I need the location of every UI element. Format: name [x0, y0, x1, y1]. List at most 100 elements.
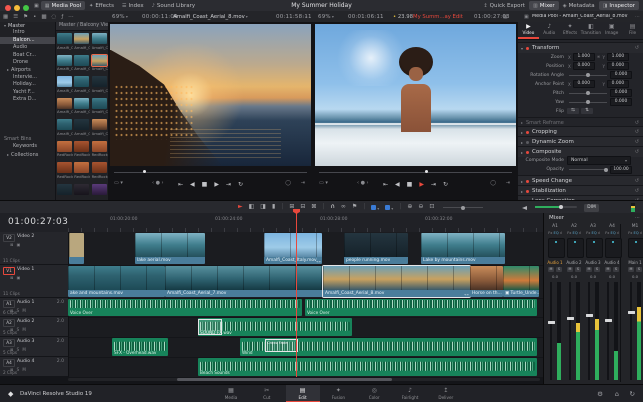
go-first-button[interactable]: ⇤ [383, 180, 388, 190]
clip-thumbnail[interactable] [57, 55, 72, 66]
fader-handle[interactable] [605, 319, 612, 322]
clip-thumbnail[interactable] [74, 98, 89, 109]
track-lane-a4[interactable]: Beach Sounds [68, 357, 543, 378]
clip-thumbnail[interactable] [57, 33, 72, 44]
clip-thumbnail[interactable] [74, 141, 89, 152]
goto-out-icon[interactable]: ⇥ [506, 180, 510, 186]
inspector-button[interactable]: ◨Inspector [599, 1, 639, 10]
mute-button[interactable]: M [567, 267, 573, 272]
audio-clip[interactable]: SFX - Overhead.wav [112, 338, 168, 356]
video-clip[interactable]: lake aerial.mov [135, 233, 205, 264]
inspector-tab-transition[interactable]: ◧Transition [580, 22, 601, 39]
inspector-options-icon[interactable]: ⋯ [635, 14, 640, 20]
dim-button[interactable]: DIM [584, 204, 599, 212]
position-y-value[interactable]: 0.000 [607, 62, 629, 70]
list-view-icon[interactable]: ☰ [13, 14, 18, 20]
viewer-mode-dropdown[interactable]: ▭ ▾ [319, 180, 328, 186]
sound-library-button[interactable]: ♪Sound Library [148, 1, 200, 10]
timeline-zoom-level[interactable]: 69%▾ [318, 14, 334, 20]
track-lane-v1[interactable]: ake and mountains.movAmalfi_Coast_Aerial… [68, 265, 543, 299]
quick-export-button[interactable]: ↥Quick Export [479, 1, 529, 10]
stop-button[interactable]: ■ [407, 180, 413, 190]
usage-flag-icon[interactable]: ⚑ [23, 14, 28, 20]
bin-item-master[interactable]: ▾Master [0, 22, 55, 29]
video-clip[interactable]: people running.mov [344, 233, 408, 264]
opacity-knob[interactable] [604, 168, 608, 172]
clip-thumbnail[interactable] [92, 162, 107, 173]
clip-thumbnail[interactable] [57, 141, 72, 152]
go-last-button[interactable]: ⇥ [431, 180, 436, 190]
reset-icon[interactable]: ↺ [635, 188, 639, 194]
position-x-value[interactable]: 0.000 [573, 62, 595, 70]
video-clip[interactable] [69, 233, 84, 264]
transform-enable-toggle[interactable] [526, 47, 529, 50]
match-frame-icon[interactable]: ◯ [490, 180, 496, 186]
page-tab-cut[interactable]: ✂Cut [250, 385, 284, 402]
fader-handle[interactable] [586, 314, 593, 317]
timeline-zoom-slider[interactable] [443, 207, 483, 208]
mixer-strip-a1[interactable]: A1Fx EQ ılAudio 1MS0.0 [546, 224, 564, 384]
section-enable-toggle[interactable] [526, 190, 529, 193]
inspector-tab-file[interactable]: ▤File [622, 22, 643, 39]
inspector-tab-effects[interactable]: ✦Effects [560, 22, 581, 39]
settings-icon[interactable]: ⚙ [597, 390, 603, 398]
bullet-icon[interactable]: • [33, 14, 36, 20]
mixer-options-icon[interactable]: ⋯ [635, 215, 640, 221]
link-xy-icon[interactable]: ∞ [597, 55, 601, 60]
reset-icon[interactable]: ↺ [635, 139, 639, 145]
mute-button[interactable]: M [605, 267, 611, 272]
search-icon[interactable]: ◌ [52, 14, 57, 20]
strip-fx-buttons[interactable]: Fx EQ ıl [584, 231, 602, 235]
layout-presets-icon[interactable]: ▣ [32, 1, 41, 10]
opacity-slider[interactable] [569, 169, 607, 170]
clip-thumbnail[interactable] [92, 76, 107, 87]
clip-thumbnail[interactable] [92, 33, 107, 44]
viewer-panel-icon[interactable]: ▦ [503, 14, 508, 20]
replace-clip-icon[interactable]: ⊠ [311, 203, 316, 212]
composite-mode-dropdown[interactable]: Normal▾ [567, 156, 631, 165]
bin-item[interactable]: Extra D... [0, 96, 55, 103]
section-enable-toggle[interactable] [526, 151, 529, 154]
audio-clip[interactable]: Voice Over [68, 299, 302, 316]
reset-icon[interactable]: ↺ [635, 149, 639, 155]
clip-thumbnail[interactable] [57, 98, 72, 109]
page-tab-edit[interactable]: ▤Edit [286, 385, 320, 402]
audio-clip[interactable]: WindCross Fade [240, 338, 537, 356]
clip-thumbnail[interactable] [92, 141, 107, 152]
clip-thumbnail[interactable] [74, 119, 89, 130]
zoom-detail-icon[interactable]: ⊖ [418, 203, 423, 212]
match-frame-icon[interactable]: ◯ [285, 180, 291, 186]
pan-pad[interactable] [548, 238, 565, 258]
bin-item[interactable]: Balcon... [0, 37, 55, 44]
go-first-button[interactable]: ⇤ [178, 180, 183, 190]
crossfade-box[interactable]: Cross Fade [265, 339, 298, 352]
clip-thumbnail[interactable] [74, 162, 89, 173]
reset-icon[interactable]: ↺ [635, 45, 639, 51]
loop-button[interactable]: ↻ [238, 180, 243, 190]
razor-icon[interactable]: ▮ [272, 203, 275, 212]
inspector-tab-audio[interactable]: ♪Audio [539, 22, 560, 39]
clip-thumbnail[interactable] [57, 184, 72, 195]
go-last-button[interactable]: ⇥ [226, 180, 231, 190]
fader-handle[interactable] [548, 321, 555, 324]
bin-item[interactable]: Intro [0, 29, 55, 36]
track-lane-a2[interactable]: SOUND FX.wav [68, 317, 543, 338]
mixer-strip-a4[interactable]: A4Fx EQ ılAudio 4MS0.0 [603, 224, 621, 384]
strip-fx-buttons[interactable]: Fx EQ ıl [546, 231, 564, 235]
video-clip[interactable]: Amalfi_Coast_Italy.mov⌁⌁ [264, 233, 322, 264]
solo-button[interactable]: S [636, 267, 642, 272]
video-clip[interactable]: Amalfi_Coast_Aerial_8.mov⌁⌁ [323, 266, 470, 297]
mixer-strip-a3[interactable]: A3Fx EQ ılAudio 3MS0.0 [584, 224, 602, 384]
clip-thumbnail[interactable] [74, 76, 89, 87]
clip-thumbnail[interactable] [74, 55, 89, 66]
section-enable-toggle[interactable] [526, 131, 529, 134]
clip-thumbnail[interactable] [92, 184, 107, 195]
zoom-custom-icon[interactable]: ⊡ [429, 203, 434, 212]
track-control-icons[interactable]: ⊠ ▣ [10, 275, 21, 280]
inspector-tab-video[interactable]: ▶Video [518, 22, 539, 39]
bin-item[interactable]: Yacht F... [0, 89, 55, 96]
timeline-ruler[interactable]: 01:00:20:0001:00:24:0001:00:28:0001:00:3… [68, 213, 543, 232]
snapping-icon[interactable]: ∩ [330, 203, 334, 212]
bin-item[interactable]: Drone [0, 59, 55, 66]
clip-thumbnail[interactable] [74, 184, 89, 195]
